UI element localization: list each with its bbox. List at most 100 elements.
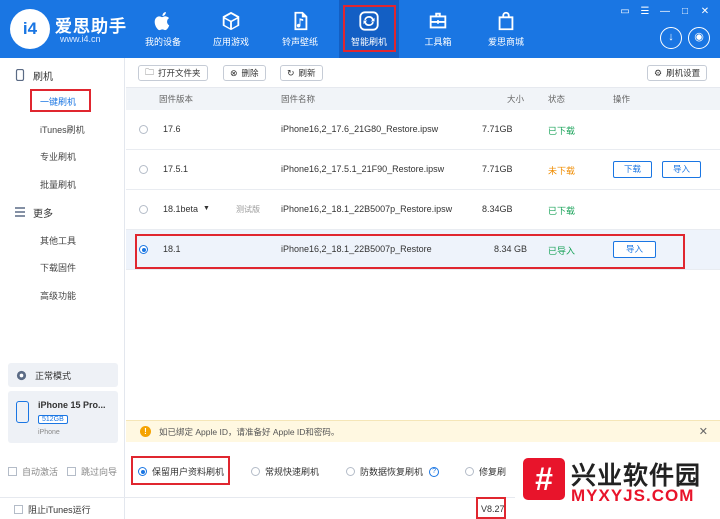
row-version: 18.1beta	[163, 204, 199, 214]
nav-ringtones-wallpapers[interactable]: 铃声壁纸	[270, 0, 330, 58]
row-version: 17.6	[163, 124, 181, 134]
iphone-icon	[16, 401, 29, 423]
row-status: 已下载	[548, 206, 576, 216]
skip-guide-checkbox[interactable]: 跳过向导	[67, 465, 117, 478]
mode-icon	[16, 370, 27, 380]
sidebar-item-one-click-flash[interactable]: 一键刷机	[40, 95, 76, 108]
device-mode: 正常模式	[8, 363, 118, 387]
close-icon[interactable]: ✕	[699, 425, 708, 438]
toolbar: 🗀 打开文件夹 ⊗ 删除 ↻ 刷新 ⚙ 刷机设置	[126, 58, 720, 88]
block-itunes-checkbox[interactable]: 阻止iTunes运行	[14, 503, 91, 516]
sidebar-item-download-firmware[interactable]: 下载固件	[40, 261, 76, 274]
nav-label: 铃声壁纸	[281, 37, 318, 47]
row-radio[interactable]	[139, 245, 148, 254]
cube-icon	[222, 11, 240, 31]
row-status: 未下载	[548, 166, 576, 176]
row-size: 8.34GB	[482, 204, 513, 214]
device-type: iPhone	[38, 429, 60, 436]
quick-flash-radio[interactable]: 常规快速刷机	[251, 465, 319, 478]
anti-recovery-radio[interactable]: 防数据恢复刷机 ?	[346, 465, 440, 478]
watermark-url: MYXYJS.COM	[571, 486, 695, 505]
close-icon[interactable]: ✕	[698, 6, 712, 18]
table-row[interactable]: 17.6 iPhone16,2_17.6_21G80_Restore.ipsw …	[126, 110, 720, 150]
skin-icon[interactable]: ▭	[618, 6, 632, 18]
list-icon	[15, 207, 25, 217]
row-filename: iPhone16,2_17.6_21G80_Restore.ipsw	[281, 124, 439, 134]
import-button[interactable]: 导入	[613, 241, 657, 258]
row-size: 8.34 GB	[494, 244, 528, 254]
delete-button[interactable]: ⊗ 删除	[223, 65, 266, 81]
user-icon[interactable]: ◉	[688, 27, 710, 49]
table-row-selected[interactable]: 18.1 iPhone16,2_18.1_22B5007p_Restore 8.…	[126, 230, 720, 270]
table-row[interactable]: 18.1beta ▼ 测试版 iPhone16,2_18.1_22B5007p_…	[126, 190, 720, 230]
menu-icon[interactable]: ☰	[638, 6, 652, 18]
sidebar-item-batch-flash[interactable]: 批量刷机	[40, 178, 76, 191]
nav-smart-flash[interactable]: 智能刷机	[339, 0, 399, 58]
maximize-icon[interactable]: □	[678, 6, 692, 18]
sidebar-item-advanced[interactable]: 高级功能	[40, 289, 76, 302]
warning-icon: !	[140, 426, 151, 437]
top-header: i4 爱思助手 www.i4.cn 我的设备 应用游戏 铃声壁纸 智能刷机 工具…	[0, 0, 720, 58]
header-action: 操作	[613, 94, 631, 104]
version-dropdown-icon[interactable]: ▼	[203, 205, 210, 212]
nav-label: 爱思商城	[487, 37, 524, 47]
header-version: 固件版本	[159, 94, 194, 104]
window-controls: ▭ ☰ — □ ✕	[618, 6, 712, 18]
sidebar-section-flash: 刷机	[14, 67, 53, 83]
row-filename: iPhone16,2_18.1_22B5007p_Restore.ipsw	[281, 204, 453, 214]
minimize-icon[interactable]: —	[658, 6, 672, 18]
sidebar-item-itunes-flash[interactable]: iTunes刷机	[40, 123, 85, 136]
download-manager-icon[interactable]: ↓	[660, 27, 682, 49]
auto-activate-checkbox[interactable]: 自动激活	[8, 465, 58, 478]
header-status: 状态	[548, 94, 566, 104]
row-status: 已导入	[548, 246, 576, 256]
row-version: 17.5.1	[163, 164, 189, 174]
sidebar-item-other-tools[interactable]: 其他工具	[40, 234, 76, 247]
row-filename: iPhone16,2_18.1_22B5007p_Restore	[281, 244, 432, 254]
nav-i4-store[interactable]: 爱思商城	[476, 0, 536, 58]
import-button[interactable]: 导入	[662, 161, 702, 178]
help-icon[interactable]: ?	[429, 466, 440, 477]
music-file-icon	[294, 11, 308, 31]
flash-settings-button[interactable]: ⚙ 刷机设置	[647, 65, 708, 81]
repair-flash-radio[interactable]: 修复刷	[465, 465, 506, 478]
nav-apps-games[interactable]: 应用游戏	[201, 0, 261, 58]
table-row[interactable]: 17.5.1 iPhone16,2_17.5.1_21F90_Restore.i…	[126, 150, 720, 190]
nav-my-device[interactable]: 我的设备	[133, 0, 193, 58]
refresh-button[interactable]: ↻ 刷新	[280, 65, 323, 81]
open-folder-button[interactable]: 🗀 打开文件夹	[138, 65, 208, 81]
nav-toolbox[interactable]: 工具箱	[408, 0, 468, 58]
nav-label: 智能刷机	[350, 37, 387, 47]
nav-label: 我的设备	[144, 37, 181, 47]
notice-text: 如已绑定 Apple ID，请准备好 Apple ID和密码。	[159, 426, 340, 437]
row-version: 18.1	[163, 244, 181, 254]
gear-icon: ⚙	[654, 67, 663, 78]
keep-data-radio[interactable]: 保留用户资料刷机	[138, 465, 224, 478]
row-status: 已下载	[548, 126, 576, 136]
row-radio[interactable]	[139, 165, 148, 174]
toolbox-icon	[429, 12, 447, 29]
row-filename: iPhone16,2_17.5.1_21F90_Restore.ipsw	[281, 164, 445, 174]
row-size: 7.71GB	[482, 124, 513, 134]
folder-icon: 🗀	[145, 67, 155, 77]
apple-id-notice: ! 如已绑定 Apple ID，请准备好 Apple ID和密码。 ✕	[126, 420, 720, 442]
watermark: # 兴业软件园 MYXYJS.COM	[515, 452, 720, 519]
row-radio[interactable]	[139, 205, 148, 214]
header-size: 大小	[507, 94, 525, 104]
device-name: iPhone 15 Pro...	[38, 400, 106, 410]
hash-logo-icon: #	[523, 458, 565, 500]
shopping-bag-icon	[498, 11, 514, 31]
nav-label: 应用游戏	[212, 37, 249, 47]
apple-icon	[154, 12, 170, 31]
refresh-icon: ↻	[287, 67, 295, 78]
device-capacity-badge: 512GB	[38, 415, 68, 424]
nav-label: 工具箱	[424, 37, 452, 47]
firmware-table-header: 固件版本 固件名称 大小 状态 操作	[126, 88, 720, 110]
app-version: V8.27	[481, 504, 505, 514]
download-button[interactable]: 下载	[613, 161, 653, 178]
sidebar-section-more: 更多	[14, 204, 53, 220]
device-card[interactable]: iPhone 15 Pro... 512GB iPhone	[8, 391, 118, 443]
beta-tag: 测试版	[236, 205, 260, 214]
row-radio[interactable]	[139, 125, 148, 134]
sidebar-item-pro-flash[interactable]: 专业刷机	[40, 150, 76, 163]
